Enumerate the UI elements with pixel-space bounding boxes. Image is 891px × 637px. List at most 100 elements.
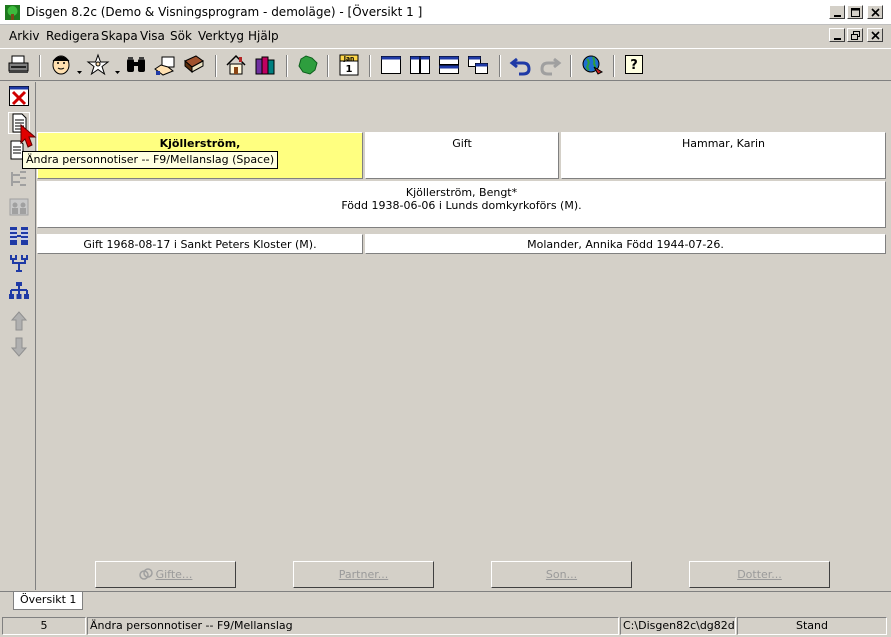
mdi-restore-button[interactable]: [847, 28, 863, 42]
descendants-button[interactable]: [8, 280, 30, 302]
mouse-cursor-icon: [19, 123, 39, 151]
toolbar-separator: [499, 55, 501, 77]
tile-horizontal-icon: [439, 56, 459, 74]
ancestor-tree-icon: [10, 255, 28, 272]
home-button[interactable]: [224, 53, 248, 77]
chevron-down-icon[interactable]: [77, 64, 82, 74]
undo-icon: [509, 57, 531, 76]
redo-icon: [540, 57, 562, 76]
parents-relation-cell[interactable]: Gift: [365, 132, 559, 179]
disgen-tree-icon[interactable]: [5, 5, 20, 20]
calendar-button[interactable]: Jan 1: [337, 53, 361, 77]
books-button[interactable]: [253, 53, 277, 77]
books-icon: [255, 56, 275, 75]
son-button: Son...: [491, 561, 632, 588]
tab-oversikt-1[interactable]: Översikt 1: [13, 592, 84, 610]
person-button[interactable]: [49, 53, 73, 77]
search-button[interactable]: [124, 53, 148, 77]
status-message: Ändra personnotiser -- F9/Mellanslag: [87, 617, 619, 635]
son-label: Son...: [545, 568, 578, 581]
favorite-button[interactable]: [86, 53, 110, 77]
status-path: C:\Disgen82c\dg82data: [620, 617, 736, 635]
tooltip: Ändra personnotiser -- F9/Mellanslag (Sp…: [22, 151, 279, 169]
gifte-button: Gifte...: [95, 561, 236, 588]
book-icon: [184, 55, 204, 74]
tile-vertical-button[interactable]: [408, 53, 432, 77]
chevron-down-icon[interactable]: [115, 64, 120, 74]
undo-button[interactable]: [509, 53, 533, 77]
minimize-icon: [834, 38, 841, 40]
list-columns-icon: [10, 227, 28, 245]
menu-visa[interactable]: Visa: [140, 29, 165, 43]
marriage-cell[interactable]: Gift 1968-08-17 i Sankt Peters Kloster (…: [37, 234, 363, 254]
maximize-button[interactable]: [847, 5, 863, 19]
window-icon: [381, 56, 401, 74]
minimize-button[interactable]: [829, 5, 845, 19]
globe-icon: [582, 55, 604, 75]
rings-icon: [138, 568, 153, 580]
family-icon: [9, 198, 29, 216]
places-button[interactable]: [296, 53, 320, 77]
toolbar-separator: [286, 55, 288, 77]
partner-label: Partner...: [338, 568, 389, 581]
print-button[interactable]: [7, 53, 31, 77]
minimize-icon: [834, 15, 841, 17]
close-icon: [871, 8, 880, 17]
ancestors-button[interactable]: [8, 252, 30, 274]
close-window-icon: [9, 86, 29, 106]
parents-relation: Gift: [452, 137, 472, 150]
focus-person-cell[interactable]: Kjöllerström, Bengt* Född 1938-06-06 i L…: [37, 181, 886, 228]
menu-skapa[interactable]: Skapa: [101, 29, 138, 43]
arrow-up-icon: [10, 311, 28, 331]
close-button[interactable]: [867, 5, 883, 19]
single-window-button[interactable]: [379, 53, 403, 77]
focus-person-birth: Född 1938-06-06 i Lunds domkyrkoförs (M)…: [341, 199, 582, 212]
svg-text:?: ?: [630, 58, 638, 73]
redo-button: [538, 53, 562, 77]
toolbar-separator: [369, 55, 371, 77]
close-view-button[interactable]: [8, 85, 30, 107]
dotter-button: Dotter...: [689, 561, 830, 588]
toolbar-separator: [570, 55, 572, 77]
map-region-icon: [298, 55, 318, 75]
descendant-tree-icon: [9, 282, 29, 299]
partner-parent-cell[interactable]: Hammar, Karin: [561, 132, 886, 179]
mdi-close-button[interactable]: [867, 28, 883, 42]
partner-button: Partner...: [293, 561, 434, 588]
help-button[interactable]: ?: [622, 53, 646, 77]
edit-notes-button[interactable]: [153, 53, 177, 77]
list-view-button[interactable]: [8, 225, 30, 247]
cascade-icon: [468, 56, 488, 74]
tile-horizontal-button[interactable]: [437, 53, 461, 77]
restore-icon: [851, 31, 860, 40]
family-group-button: [8, 196, 30, 218]
marriage-info: Gift 1968-08-17 i Sankt Peters Kloster (…: [83, 238, 317, 251]
person-name: Kjöllerström,: [159, 137, 241, 150]
tree-view-button: [8, 168, 30, 190]
face-icon: [52, 55, 70, 75]
menu-verktyg[interactable]: Verktyg: [198, 29, 244, 43]
star-person-icon: [86, 53, 110, 76]
title-bar: Disgen 8.2c (Demo & Visningsprogram - de…: [0, 0, 891, 25]
mdi-minimize-button[interactable]: [829, 28, 845, 42]
status-bar: 5 Ändra personnotiser -- F9/Mellanslag C…: [0, 615, 891, 637]
go-down-button: [8, 336, 30, 358]
book-button[interactable]: [182, 53, 206, 77]
menu-hjalp[interactable]: Hjälp: [248, 29, 279, 43]
tree-icon: [11, 171, 26, 186]
tile-vertical-icon: [410, 56, 430, 74]
dotter-label: Dotter...: [737, 568, 782, 581]
calendar-icon: Jan1: [339, 54, 359, 76]
gifte-label: Gifte...: [155, 568, 193, 581]
partner-parent-name: Hammar, Karin: [681, 137, 765, 150]
menu-redigera[interactable]: Redigera: [46, 29, 99, 43]
menu-sok[interactable]: Sök: [170, 29, 192, 43]
spouse-cell[interactable]: Molander, Annika Född 1944-07-26.: [365, 234, 886, 254]
cascade-button[interactable]: [466, 53, 490, 77]
main-toolbar: Jan 1 ?: [0, 48, 891, 81]
toolbar-separator: [327, 55, 329, 77]
hand-notes-icon: [154, 56, 175, 76]
menu-arkiv[interactable]: Arkiv: [9, 29, 40, 43]
status-count: 5: [2, 617, 86, 635]
internet-button[interactable]: [580, 53, 604, 77]
